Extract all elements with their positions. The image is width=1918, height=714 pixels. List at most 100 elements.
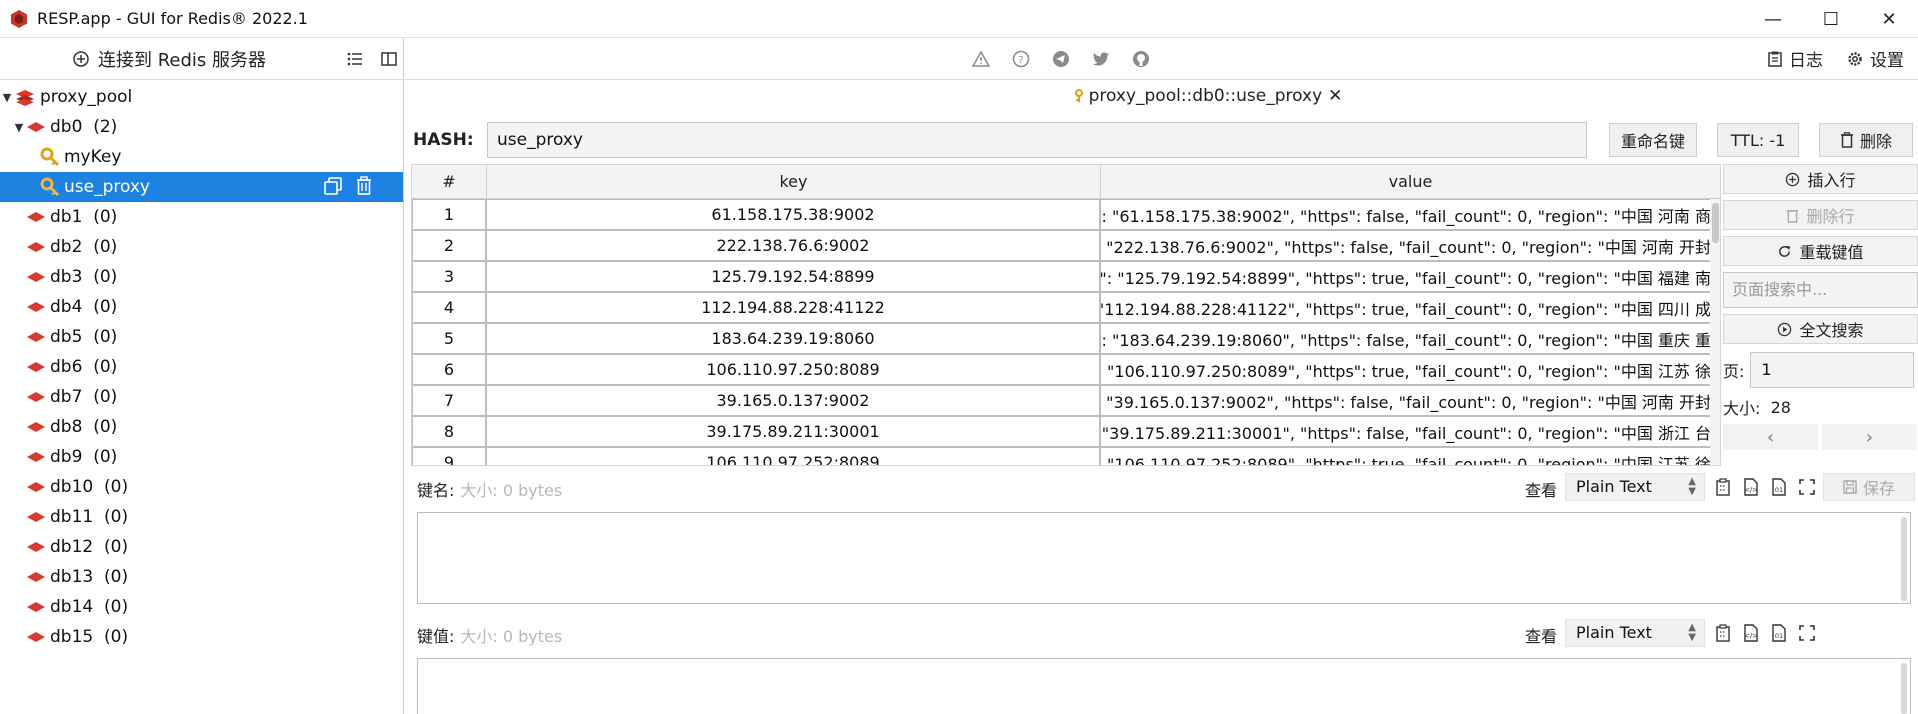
cell-key[interactable]: 125.79.192.54:8899 bbox=[486, 261, 1100, 292]
cell-key[interactable]: 61.158.175.38:9002 bbox=[486, 199, 1100, 230]
tree-db-db14[interactable]: db14 (0) bbox=[0, 592, 403, 622]
tree-connection-proxy-pool[interactable]: ▼ proxy_pool bbox=[0, 82, 403, 112]
expand-arrow-icon[interactable]: ▼ bbox=[12, 121, 26, 134]
tree-db-db8[interactable]: db8 (0) bbox=[0, 412, 403, 442]
tree-db-db3[interactable]: db3 (0) bbox=[0, 262, 403, 292]
table-row[interactable]: 3 125.79.192.54:8899 y": "125.79.192.54:88… bbox=[412, 261, 1720, 292]
github-icon[interactable] bbox=[1130, 48, 1152, 70]
connect-server-button[interactable]: 连接到 Redis 服务器 bbox=[72, 46, 266, 72]
value-format-select[interactable]: Plain Text ▲ ▼ bbox=[1565, 619, 1705, 647]
cell-num[interactable]: 6 bbox=[412, 354, 486, 385]
cell-num[interactable]: 4 bbox=[412, 292, 486, 323]
cell-value[interactable]: xy": "39.175.89.211:30001", "https": fal… bbox=[1100, 416, 1712, 447]
header-num[interactable]: # bbox=[412, 165, 487, 198]
table-row[interactable]: 5 183.64.239.19:8060 y": "183.64.239.19:80… bbox=[412, 323, 1720, 354]
clipboard-copy-icon[interactable] bbox=[1713, 477, 1733, 497]
table-row[interactable]: 6 106.110.97.250:8089 ": "106.110.97.250:8… bbox=[412, 354, 1720, 385]
tree-db-db12[interactable]: db12 (0) bbox=[0, 532, 403, 562]
cell-value[interactable]: xy": "222.138.76.6:9002", "https": false… bbox=[1100, 230, 1712, 261]
key-name-input[interactable]: use_proxy bbox=[487, 122, 1587, 158]
telegram-icon[interactable] bbox=[1050, 48, 1072, 70]
fullscreen-icon[interactable] bbox=[1797, 477, 1817, 497]
table-scroll-thumb[interactable] bbox=[1712, 203, 1719, 243]
tree-db-db5[interactable]: db5 (0) bbox=[0, 322, 403, 352]
tree-key-mykey[interactable]: myKey bbox=[0, 142, 403, 172]
table-row[interactable]: 4 112.194.88.228:41122 ky": "112.194.88.22… bbox=[412, 292, 1720, 323]
cell-num[interactable]: 3 bbox=[412, 261, 486, 292]
binary-file-icon[interactable]: 01 bbox=[1769, 477, 1789, 497]
fullscreen-icon[interactable] bbox=[1797, 623, 1817, 643]
close-window-button[interactable]: ✕ bbox=[1860, 0, 1918, 38]
settings-button[interactable]: 设置 bbox=[1847, 46, 1904, 71]
table-row[interactable]: 7 39.165.0.137:9002 xy": "39.165.0.137:900… bbox=[412, 385, 1720, 416]
save-button[interactable]: 保存 bbox=[1823, 473, 1915, 501]
cell-key[interactable]: 39.165.0.137:9002 bbox=[486, 385, 1100, 416]
tree-key-use-proxy[interactable]: use_proxy bbox=[0, 172, 403, 202]
page-input[interactable]: 1 bbox=[1750, 352, 1915, 388]
cell-value[interactable]: ": "106.110.97.252:8089", "https": true,… bbox=[1100, 447, 1712, 465]
tree-db-db4[interactable]: db4 (0) bbox=[0, 292, 403, 322]
tree-db-db9[interactable]: db9 (0) bbox=[0, 442, 403, 472]
cell-num[interactable]: 5 bbox=[412, 323, 486, 354]
log-button[interactable]: 日志 bbox=[1768, 46, 1823, 71]
close-tab-icon[interactable]: ✕ bbox=[1328, 86, 1342, 106]
value-editor-textarea[interactable] bbox=[417, 658, 1911, 714]
cell-value[interactable]: ky": "112.194.88.228:41122", "https": tr… bbox=[1100, 292, 1712, 323]
tree-db-db7[interactable]: db7 (0) bbox=[0, 382, 403, 412]
clipboard-copy-icon[interactable] bbox=[1713, 623, 1733, 643]
delete-key-button[interactable]: 删除 bbox=[1819, 123, 1913, 157]
key-format-select[interactable]: Plain Text ▲ ▼ bbox=[1565, 473, 1705, 501]
cell-num[interactable]: 8 bbox=[412, 416, 486, 447]
insert-row-button[interactable]: 插入行 bbox=[1723, 164, 1918, 194]
cell-key[interactable]: 39.175.89.211:30001 bbox=[486, 416, 1100, 447]
key-editor-textarea[interactable] bbox=[417, 512, 1911, 604]
tree-db-db2[interactable]: db2 (0) bbox=[0, 232, 403, 262]
tree-db-db13[interactable]: db13 (0) bbox=[0, 562, 403, 592]
cell-num[interactable]: 9 bbox=[412, 447, 486, 465]
twitter-icon[interactable] bbox=[1090, 48, 1112, 70]
tree-db-db6[interactable]: db6 (0) bbox=[0, 352, 403, 382]
code-file-icon[interactable]: </> bbox=[1741, 477, 1761, 497]
cell-value[interactable]: y": "125.79.192.54:8899", "https": true,… bbox=[1100, 261, 1712, 292]
table-row[interactable]: 8 39.175.89.211:30001 xy": "39.175.89.211:… bbox=[412, 416, 1720, 447]
delete-row-button[interactable]: 删除行 bbox=[1723, 200, 1918, 230]
cell-key[interactable]: 222.138.76.6:9002 bbox=[486, 230, 1100, 261]
header-key[interactable]: key bbox=[487, 165, 1101, 198]
page-search-input[interactable]: 页面搜索中... bbox=[1723, 272, 1918, 308]
maximize-button[interactable]: ☐ bbox=[1802, 0, 1860, 38]
fulltext-search-button[interactable]: 全文搜索 bbox=[1723, 314, 1918, 344]
tree-db-db11[interactable]: db11 (0) bbox=[0, 502, 403, 532]
cell-num[interactable]: 1 bbox=[412, 199, 486, 230]
binary-file-icon[interactable]: 01 bbox=[1769, 623, 1789, 643]
cell-num[interactable]: 7 bbox=[412, 385, 486, 416]
expand-arrow-icon[interactable]: ▼ bbox=[0, 91, 14, 104]
help-icon[interactable]: ? bbox=[1010, 48, 1032, 70]
cell-key[interactable]: 106.110.97.250:8089 bbox=[486, 354, 1100, 385]
header-value[interactable]: value bbox=[1101, 165, 1720, 198]
panel-layout-icon[interactable] bbox=[378, 48, 400, 70]
warning-icon[interactable] bbox=[970, 48, 992, 70]
cell-value[interactable]: ": "106.110.97.250:8089", "https": true,… bbox=[1100, 354, 1712, 385]
rename-key-button[interactable]: 重命名键 bbox=[1609, 123, 1697, 157]
copy-icon[interactable] bbox=[323, 176, 343, 196]
cell-key[interactable]: 112.194.88.228:41122 bbox=[486, 292, 1100, 323]
next-page-button[interactable]: › bbox=[1822, 424, 1917, 450]
key-editor-scrollbar[interactable] bbox=[1901, 517, 1907, 601]
prev-page-button[interactable]: ‹ bbox=[1723, 424, 1818, 450]
tree-db-db1[interactable]: db1 (0) bbox=[0, 202, 403, 232]
cell-value[interactable]: xy": "39.165.0.137:9002", "https": false… bbox=[1100, 385, 1712, 416]
tree-db-db0[interactable]: ▼ db0 (2) bbox=[0, 112, 403, 142]
table-row[interactable]: 1 61.158.175.38:9002 y": "61.158.175.38:90… bbox=[412, 199, 1720, 230]
value-editor-scrollbar[interactable] bbox=[1901, 663, 1907, 714]
cell-num[interactable]: 2 bbox=[412, 230, 486, 261]
list-icon[interactable] bbox=[344, 48, 366, 70]
cell-value[interactable]: y": "183.64.239.19:8060", "https": false… bbox=[1100, 323, 1712, 354]
reload-value-button[interactable]: 重载键值 bbox=[1723, 236, 1918, 266]
trash-icon[interactable] bbox=[355, 176, 373, 196]
table-row[interactable]: 2 222.138.76.6:9002 xy": "222.138.76.6:900… bbox=[412, 230, 1720, 261]
cell-key[interactable]: 183.64.239.19:8060 bbox=[486, 323, 1100, 354]
ttl-button[interactable]: TTL: -1 bbox=[1717, 123, 1799, 157]
minimize-button[interactable]: — bbox=[1744, 0, 1802, 38]
tree-db-db10[interactable]: db10 (0) bbox=[0, 472, 403, 502]
cell-key[interactable]: 106.110.97.252:8089 bbox=[486, 447, 1100, 465]
